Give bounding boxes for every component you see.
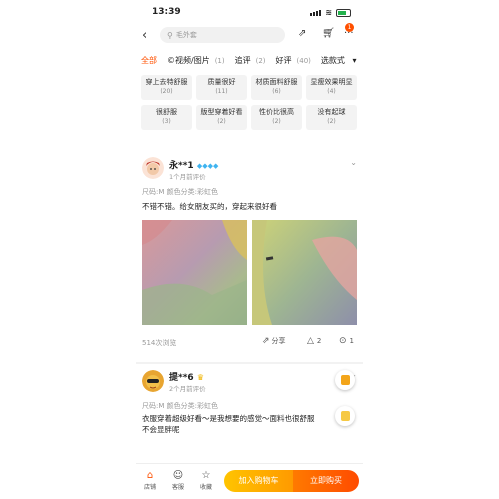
bottom-bar: ⌂ 店铺 ☺ 客服 ☆ 收藏 加入购物车 立即购买 <box>136 463 363 499</box>
review-text: 不错不错。给女朋友买的，穿起来很好看 <box>142 202 277 211</box>
signal-icon <box>310 9 322 16</box>
search-placeholder: 毛外套 <box>175 31 197 39</box>
review-username: 提**6 ♛ <box>169 373 204 383</box>
chevron-down-icon[interactable]: ⌄ <box>350 158 357 167</box>
tag-chip[interactable]: 版型穿着好看 (2) <box>196 105 247 130</box>
tab-positive[interactable]: 好评 (40) <box>276 55 316 66</box>
review-photo[interactable] <box>142 220 247 325</box>
nav-bar: ‹ ⚲ 毛外套 ⇗ 🛒︎ ··· 1 <box>136 23 363 46</box>
review-time: 1个月前评价 <box>169 173 206 181</box>
share-icon[interactable]: ⇗ <box>298 28 306 39</box>
avatar[interactable] <box>142 370 164 392</box>
status-indicators: ≋ <box>310 8 351 17</box>
share-icon: ⇗ <box>262 336 270 346</box>
tab-video-image[interactable]: ©视频/图片 (1) <box>167 55 230 66</box>
cart-badge: 1 <box>345 23 354 32</box>
tab-select-style[interactable]: 选款式 ▾ <box>321 55 362 66</box>
service-icon: ☺ <box>172 470 184 481</box>
chat-icon <box>340 411 350 421</box>
add-to-cart-button[interactable]: 加入购物车 <box>224 470 293 492</box>
comment-action[interactable]: ⊙ 1 <box>339 336 354 346</box>
review-text-line: 不会显胖呢 <box>142 425 180 434</box>
review-sku: 尺码:M 颜色分类:彩虹色 <box>142 188 218 196</box>
cart-icon[interactable]: 🛒︎ <box>322 28 335 39</box>
tag-chips: 穿上去特舒服 (20) 质量很好 (11) 材质面料舒服 (6) 显瘦效果明显 (4) … <box>141 75 361 130</box>
search-icon: ⚲ <box>167 30 173 40</box>
member-level-icon: ◆◆◆◆ <box>196 162 219 170</box>
coupon-icon <box>340 375 350 385</box>
status-bar: 13:39 ≋ <box>136 4 363 20</box>
service-button[interactable]: ☺ 客服 <box>168 470 188 491</box>
tab-all[interactable]: 全部 <box>141 55 162 66</box>
like-icon: △ <box>307 336 314 346</box>
shop-button[interactable]: ⌂ 店铺 <box>140 470 160 491</box>
tag-chip[interactable]: 没有起球 (2) <box>306 105 357 130</box>
star-icon: ☆ <box>201 470 211 481</box>
tab-follow-up[interactable]: 追评 (2) <box>235 55 271 66</box>
floating-chat-button[interactable] <box>335 406 355 426</box>
crown-icon: ♛ <box>196 373 204 382</box>
floating-coupon-button[interactable] <box>335 370 355 390</box>
tag-chip[interactable]: 材质面料舒服 (6) <box>251 75 302 100</box>
shop-icon: ⌂ <box>146 470 154 481</box>
tag-chip[interactable]: 显瘦效果明显 (4) <box>306 75 357 100</box>
review-sku: 尺码:M 颜色分类:彩虹色 <box>142 402 218 410</box>
favorite-button[interactable]: ☆ 收藏 <box>196 470 216 491</box>
review-photo[interactable] <box>252 220 357 325</box>
buy-now-button[interactable]: 立即购买 <box>293 470 359 492</box>
back-arrow-icon[interactable]: ‹ <box>142 28 147 43</box>
view-count: 514次浏览 <box>142 339 177 347</box>
header-area: 13:39 ≋ ‹ ⚲ 毛外套 ⇗ 🛒︎ ··· 1 全部 ©视频/图片 (1) … <box>136 0 363 165</box>
tag-chip[interactable]: 穿上去特舒服 (20) <box>141 75 192 100</box>
battery-icon <box>336 8 351 17</box>
review-time: 2个月前评价 <box>169 385 206 393</box>
review-card: 永**1 ◆◆◆◆ 1个月前评价 ⌄ 尺码:M 颜色分类:彩虹色 不错不错。给女… <box>136 148 363 362</box>
status-time: 13:39 <box>152 7 181 17</box>
share-action[interactable]: ⇗ 分享 <box>262 336 286 346</box>
like-action[interactable]: △ 2 <box>307 336 321 346</box>
tag-chip[interactable]: 很舒服 (3) <box>141 105 192 130</box>
tag-chip[interactable]: 性价比很高 (2) <box>251 105 302 130</box>
review-username: 永**1 ◆◆◆◆ <box>169 161 219 171</box>
search-input[interactable]: ⚲ 毛外套 <box>160 27 285 43</box>
review-tabs: 全部 ©视频/图片(1) 追评(2) 好评(40) 选款式 ▾ ☰ <box>136 53 363 67</box>
wifi-icon: ≋ <box>325 8 332 17</box>
comment-icon: ⊙ <box>339 336 347 346</box>
review-text-line: 衣服穿着超级好看～是我想要的感觉～面料也很舒服 <box>142 414 315 423</box>
phone-screen: 13:39 ≋ ‹ ⚲ 毛外套 ⇗ 🛒︎ ··· 1 全部 ©视频/图片 (1) … <box>136 0 363 499</box>
tag-chip[interactable]: 质量很好 (11) <box>196 75 247 100</box>
avatar[interactable] <box>142 157 164 179</box>
